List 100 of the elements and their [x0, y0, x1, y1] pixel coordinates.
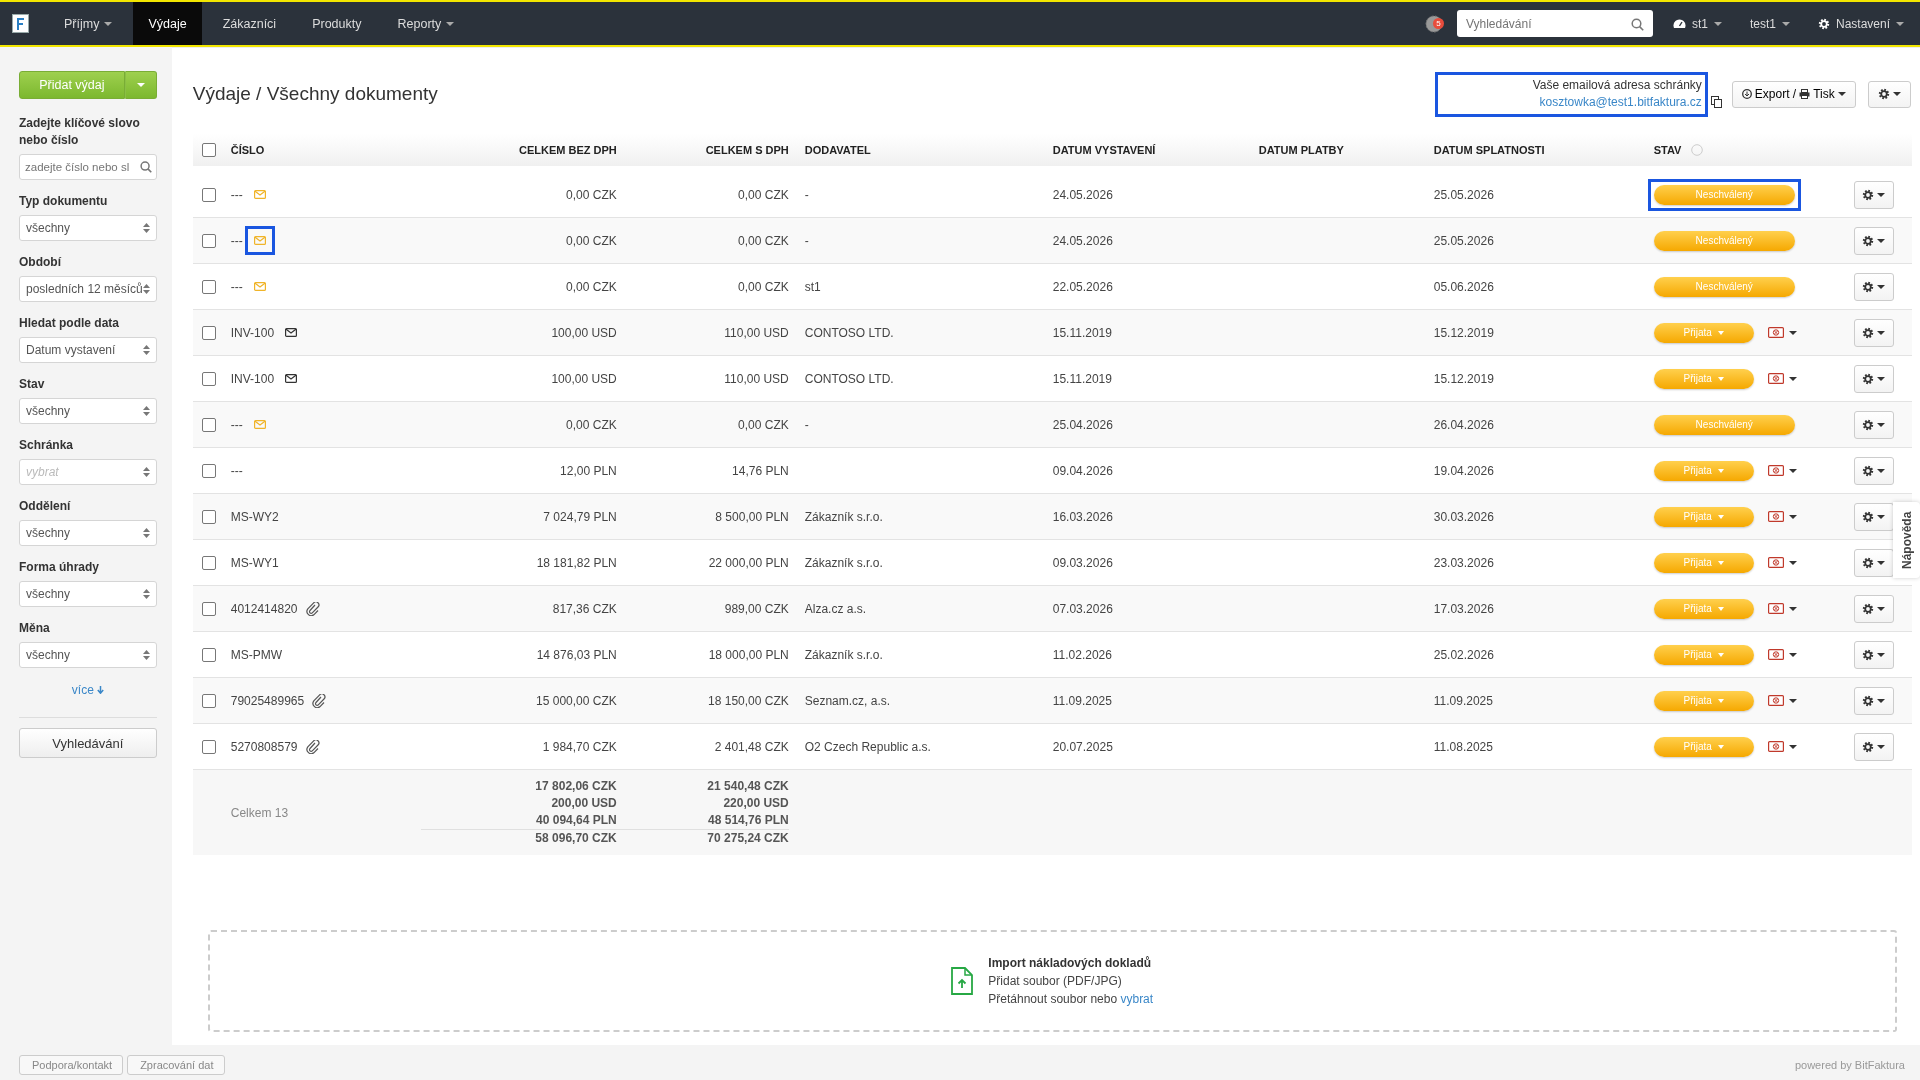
user-menu[interactable]: test1 — [1749, 16, 1790, 31]
mailbox-email-link[interactable]: kosztowka@test1.bitfaktura.cz — [1539, 93, 1702, 111]
gear-icon — [1862, 694, 1875, 707]
ticket-icon — [1767, 557, 1784, 568]
file-drop-zone[interactable]: Import nákladových dokladů Přidat soubor (PDF/JPG) Přetáhnout soubor nebo vybrat — [207, 930, 1897, 1032]
row-checkbox[interactable] — [201, 279, 216, 294]
envelope-icon[interactable] — [244, 226, 275, 255]
filter-select[interactable]: všechny — [19, 642, 157, 668]
row-settings-button[interactable] — [1853, 180, 1894, 209]
export-print-button[interactable]: Export / Tisk — [1731, 80, 1856, 108]
caret-icon — [1877, 468, 1886, 473]
row-settings-button[interactable] — [1853, 364, 1894, 393]
caret-icon — [1896, 21, 1904, 26]
nav-tab[interactable]: Příjmy — [49, 2, 128, 45]
column-header: STAV — [1653, 144, 1682, 156]
select-all-checkbox[interactable] — [201, 143, 216, 157]
row-settings-button[interactable] — [1853, 686, 1894, 715]
gauge-icon — [1672, 18, 1686, 29]
caret-icon — [136, 83, 145, 87]
row-checkbox[interactable] — [201, 417, 216, 432]
copy-icon[interactable] — [1710, 96, 1722, 108]
caret-icon — [1877, 238, 1886, 243]
total-amount: 17 802,06 CZK — [535, 778, 617, 795]
paperclip-icon[interactable] — [305, 739, 320, 754]
ticket-dropdown[interactable] — [1767, 465, 1797, 476]
search-icon[interactable] — [1630, 17, 1644, 31]
row-checkbox[interactable] — [201, 509, 216, 524]
search-icon[interactable] — [139, 161, 152, 173]
filter-select[interactable]: všechny — [19, 581, 157, 607]
more-filters-link[interactable]: více — [71, 683, 104, 697]
nav-tab[interactable]: Výdaje — [133, 2, 202, 45]
row-checkbox[interactable] — [201, 463, 216, 478]
table-cell-text: 15.11.2019 — [1052, 325, 1113, 340]
table-cell: Zákazník s.r.o. — [804, 509, 883, 524]
row-checkbox[interactable] — [201, 187, 216, 202]
filter-select[interactable]: Datum vystavení — [19, 337, 157, 363]
footer-button[interactable]: Podpora/kontakt — [19, 1055, 124, 1075]
search-button[interactable]: Vyhledávání — [19, 728, 157, 758]
row-settings-button[interactable] — [1853, 456, 1894, 485]
row-settings-button[interactable] — [1853, 226, 1894, 255]
row-settings-button[interactable] — [1853, 272, 1894, 301]
add-expense-button[interactable]: Přidat výdaj — [19, 71, 125, 99]
filter-label: Stav — [19, 376, 46, 393]
ticket-dropdown[interactable] — [1767, 695, 1797, 706]
browse-link[interactable]: vybrat — [1120, 992, 1154, 1006]
footer-button[interactable]: Zpracování dat — [127, 1055, 225, 1075]
row-checkbox[interactable] — [201, 325, 216, 340]
filter-label: Zadejte klíčové slovo nebo číslo — [19, 115, 141, 149]
user-menu[interactable]: Nastavení — [1817, 16, 1904, 31]
filter-select[interactable]: všechny — [19, 520, 157, 546]
settings-dropdown-button[interactable] — [1867, 80, 1911, 108]
row-checkbox[interactable] — [201, 555, 216, 570]
row-settings-button[interactable] — [1853, 502, 1894, 531]
table-cell: 0,00 CZK — [566, 187, 617, 202]
caret-icon — [1837, 92, 1846, 96]
sort-arrows-icon — [142, 406, 150, 416]
row-checkbox[interactable] — [201, 693, 216, 708]
document-number: MS-PMW — [230, 647, 283, 662]
help-tab[interactable]: Nápověda — [1893, 502, 1920, 578]
column-header: DATUM VYSTAVENÍ — [1052, 144, 1157, 156]
user-menu[interactable]: st1 — [1672, 16, 1722, 31]
nav-tab[interactable]: Zákazníci — [207, 2, 292, 45]
row-checkbox[interactable] — [201, 371, 216, 386]
caret-icon — [1877, 698, 1886, 703]
filter-select[interactable]: všechny — [19, 215, 157, 241]
filter-select[interactable]: posledních 12 měsíců — [19, 276, 157, 302]
paperclip-icon[interactable] — [312, 693, 327, 708]
row-settings-button[interactable] — [1853, 594, 1894, 623]
row-settings-button[interactable] — [1853, 318, 1894, 347]
gear-icon — [1862, 326, 1875, 339]
ticket-dropdown[interactable] — [1767, 557, 1797, 568]
row-settings-button[interactable] — [1853, 640, 1894, 669]
row-settings-button[interactable] — [1853, 410, 1894, 439]
ticket-dropdown[interactable] — [1767, 373, 1797, 384]
document-number: INV-100 — [230, 325, 275, 340]
ticket-dropdown[interactable] — [1767, 511, 1797, 522]
row-checkbox[interactable] — [201, 739, 216, 754]
sort-arrows-icon — [142, 345, 150, 355]
table-cell: - — [804, 233, 809, 248]
ticket-dropdown[interactable] — [1767, 327, 1797, 338]
row-checkbox[interactable] — [201, 647, 216, 662]
filter-select[interactable]: všechny — [19, 398, 157, 424]
ticket-dropdown[interactable] — [1767, 603, 1797, 614]
notification-icon[interactable]: 5 — [1424, 14, 1445, 33]
table-cell: 817,36 CZK — [552, 601, 617, 616]
paperclip-icon[interactable] — [305, 601, 320, 616]
row-settings-button[interactable] — [1853, 732, 1894, 761]
search-field[interactable]: Vyhledávání — [1456, 10, 1653, 37]
keyword-field[interactable]: zadejte číslo nebo sl — [19, 154, 157, 180]
ticket-dropdown[interactable] — [1767, 741, 1797, 752]
nav-tab[interactable]: Produkty — [297, 2, 377, 45]
row-settings-button[interactable] — [1853, 548, 1894, 577]
logo-icon[interactable] — [12, 14, 29, 33]
table-cell: 989,00 CZK — [724, 601, 789, 616]
nav-tab[interactable]: Reporty — [382, 2, 470, 45]
table-cell: - — [804, 187, 809, 202]
row-checkbox[interactable] — [201, 233, 216, 248]
document-number: MS-WY1 — [230, 555, 279, 570]
ticket-dropdown[interactable] — [1767, 649, 1797, 660]
row-checkbox[interactable] — [201, 601, 216, 616]
